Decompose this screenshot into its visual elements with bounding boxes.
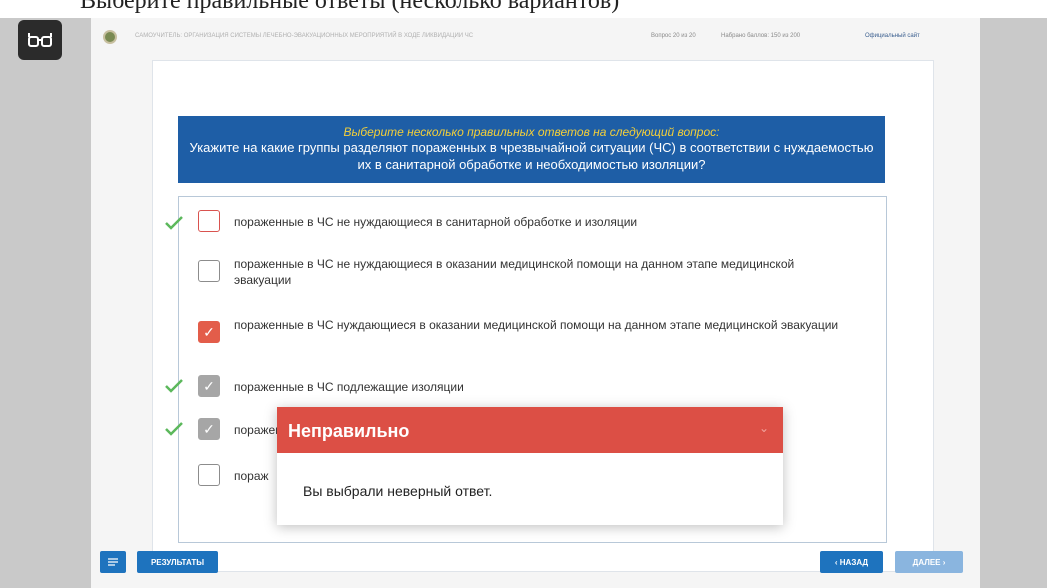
answer-label: пораженные в ЧС подлежащие изоляции <box>234 380 464 394</box>
feedback-modal: Неправильно ⌄ Вы выбрали неверный ответ. <box>277 407 783 525</box>
logo-emblem-icon <box>105 32 115 42</box>
answer-label: пораженные в ЧС нуждающиеся в оказании м… <box>234 318 839 332</box>
bottom-toolbar: РЕЗУЛЬТАТЫ ‹ НАЗАД ДАЛЕЕ › <box>0 551 1047 581</box>
top-caption-strip: Выберите правильные ответы (несколько ва… <box>0 0 1047 18</box>
menu-button[interactable] <box>100 551 126 573</box>
quiz-topbar: САМОУЧИТЕЛЬ: ОРГАНИЗАЦИЯ СИСТЕМЫ ЛЕЧЕБНО… <box>91 18 980 56</box>
question-counter: Вопрос 20 из 20 <box>651 33 696 39</box>
system-title: САМОУЧИТЕЛЬ: ОРГАНИЗАЦИЯ СИСТЕМЫ ЛЕЧЕБНО… <box>135 33 474 39</box>
question-box: Выберите несколько правильных ответов на… <box>178 116 885 183</box>
modal-message: Вы выбрали неверный ответ. <box>303 483 493 499</box>
results-button[interactable]: РЕЗУЛЬТАТЫ <box>137 551 218 573</box>
answer-checkbox[interactable]: ✓ <box>198 321 220 343</box>
score-counter: Набрано баллов: 150 из 200 <box>721 33 801 39</box>
question-text: Укажите на какие группы разделяют пораже… <box>189 140 874 172</box>
chevron-down-icon[interactable]: ⌄ <box>759 421 769 435</box>
modal-title: Неправильно <box>288 421 410 441</box>
top-caption-text: Выберите правильные ответы (несколько ва… <box>80 0 620 14</box>
answer-checkbox[interactable]: ✓ <box>198 375 220 397</box>
checkmark-icon <box>165 422 183 436</box>
answer-checkbox[interactable] <box>198 260 220 282</box>
reader-mode-button[interactable] <box>18 20 62 60</box>
checkmark-icon <box>165 379 183 393</box>
answer-label: пораженные в ЧС не нуждающиеся в оказани… <box>234 257 795 287</box>
glasses-icon <box>28 33 52 47</box>
question-instruction: Выберите несколько правильных ответов на… <box>343 125 720 139</box>
checkmark-icon <box>165 216 183 230</box>
answer-checkbox[interactable] <box>198 464 220 486</box>
back-button[interactable]: ‹ НАЗАД <box>820 551 883 573</box>
list-icon <box>108 558 118 566</box>
modal-header: Неправильно ⌄ <box>277 407 783 453</box>
official-site-link[interactable]: Официальный сайт <box>865 33 920 39</box>
next-button[interactable]: ДАЛЕЕ › <box>895 551 963 573</box>
answer-checkbox[interactable] <box>198 210 220 232</box>
answer-checkbox[interactable]: ✓ <box>198 418 220 440</box>
answer-label: пораженные в ЧС не нуждающиеся в санитар… <box>234 215 638 229</box>
